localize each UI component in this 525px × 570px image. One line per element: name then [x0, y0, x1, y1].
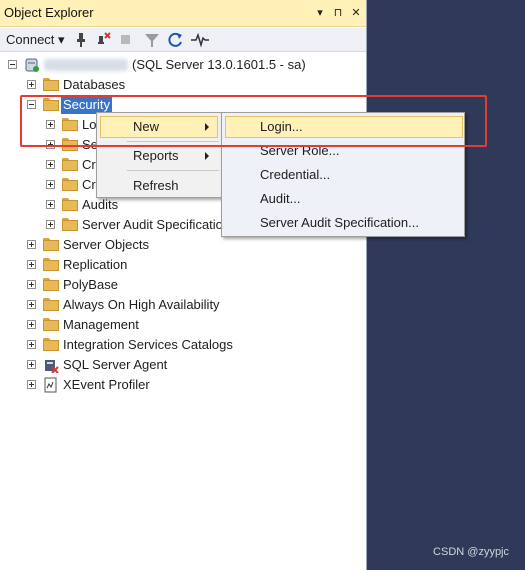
tree-item-label: Management: [63, 317, 139, 332]
pin-icon[interactable]: ⊓: [330, 4, 346, 22]
collapse-icon[interactable]: [8, 60, 17, 69]
tree-item-sql-server-agent[interactable]: SQL Server Agent: [0, 355, 366, 375]
expand-icon[interactable]: [27, 240, 36, 249]
tree-item-server-objects[interactable]: Server Objects: [0, 235, 366, 255]
background-panel: [367, 0, 525, 570]
server-icon: [25, 58, 39, 72]
expand-icon[interactable]: [46, 200, 55, 209]
folder-icon: [43, 338, 59, 351]
expand-icon[interactable]: [27, 380, 36, 389]
close-icon[interactable]: ✕: [348, 4, 364, 22]
refresh-icon[interactable]: [167, 30, 185, 50]
annotation-highlight-box: [20, 95, 487, 147]
folder-icon: [62, 158, 78, 171]
dropdown-icon[interactable]: ▾: [312, 4, 328, 22]
tree-item-polybase[interactable]: PolyBase: [0, 275, 366, 295]
tree-item-label: SQL Server Agent: [63, 357, 168, 372]
expand-icon[interactable]: [27, 320, 36, 329]
object-explorer-panel: Object Explorer ▾ ⊓ ✕ Connect ▾ (SQL Ser…: [0, 0, 367, 570]
tree-item-label: XEvent Profiler: [63, 377, 150, 392]
menu-item-server-audit-specification[interactable]: Server Audit Specification...: [260, 212, 419, 234]
activity-monitor-icon[interactable]: [190, 30, 210, 50]
toolbar: Connect ▾: [0, 28, 366, 52]
tree-item-replication[interactable]: Replication: [0, 255, 366, 275]
tree-item-databases[interactable]: Databases: [0, 75, 366, 95]
stop-icon[interactable]: [120, 30, 132, 50]
folder-icon: [43, 318, 59, 331]
watermark: CSDN @zyypjc: [433, 546, 509, 558]
menu-separator: [127, 170, 219, 171]
tree-row-server[interactable]: (SQL Server 13.0.1601.5 - sa): [0, 55, 366, 75]
tree-item-integration-services[interactable]: Integration Services Catalogs: [0, 335, 366, 355]
tree-item-label: Server Audit Specificatio: [82, 217, 223, 232]
blurred-server-name: [44, 59, 128, 71]
expand-icon[interactable]: [46, 220, 55, 229]
menu-item-credential[interactable]: Credential...: [260, 164, 330, 186]
expand-icon[interactable]: [46, 180, 55, 189]
connect-button[interactable]: Connect ▾: [6, 30, 65, 50]
server-label: (SQL Server 13.0.1601.5 - sa): [132, 57, 306, 72]
folder-icon: [43, 298, 59, 311]
tree-item-label: Replication: [63, 257, 128, 272]
folder-icon: [62, 198, 78, 211]
menu-item-reports[interactable]: Reports: [133, 145, 179, 167]
title-bar: Object Explorer ▾ ⊓ ✕: [0, 0, 366, 27]
tree-item-label: Integration Services Catalogs: [63, 337, 233, 352]
panel-title: Object Explorer: [4, 5, 94, 20]
disconnect-icon[interactable]: [94, 30, 112, 50]
expand-icon[interactable]: [27, 280, 36, 289]
tree-item-xevent-profiler[interactable]: XEvent Profiler: [0, 375, 366, 395]
expand-icon[interactable]: [27, 300, 36, 309]
folder-icon: [43, 258, 59, 271]
tree-item-label: PolyBase: [63, 277, 118, 292]
menu-item-audit[interactable]: Audit...: [260, 188, 300, 210]
tree-item-label: Audits: [82, 197, 119, 212]
tree-item-label: Cr: [82, 157, 96, 172]
tree-item-management[interactable]: Management: [0, 315, 366, 335]
tree-item-always-on[interactable]: Always On High Availability: [0, 295, 366, 315]
submenu-arrow-icon: [205, 152, 209, 160]
expand-icon[interactable]: [27, 360, 36, 369]
menu-item-refresh[interactable]: Refresh: [133, 175, 179, 197]
xevent-icon: [44, 377, 57, 393]
tree-item-label: Always On High Availability: [63, 297, 220, 312]
tree-item-label: Databases: [63, 77, 126, 92]
expand-icon[interactable]: [27, 340, 36, 349]
tree-item-label: Server Objects: [63, 237, 149, 252]
filter-icon[interactable]: [144, 30, 160, 50]
agent-icon: [45, 360, 59, 373]
folder-icon: [43, 278, 59, 291]
folder-icon: [62, 178, 78, 191]
expand-icon[interactable]: [27, 80, 36, 89]
tree-item-label: Cr: [82, 177, 96, 192]
expand-icon[interactable]: [27, 260, 36, 269]
folder-icon: [62, 218, 78, 231]
folder-icon: [43, 78, 59, 91]
connect-icon[interactable]: [74, 30, 88, 50]
folder-icon: [43, 238, 59, 251]
expand-icon[interactable]: [46, 160, 55, 169]
